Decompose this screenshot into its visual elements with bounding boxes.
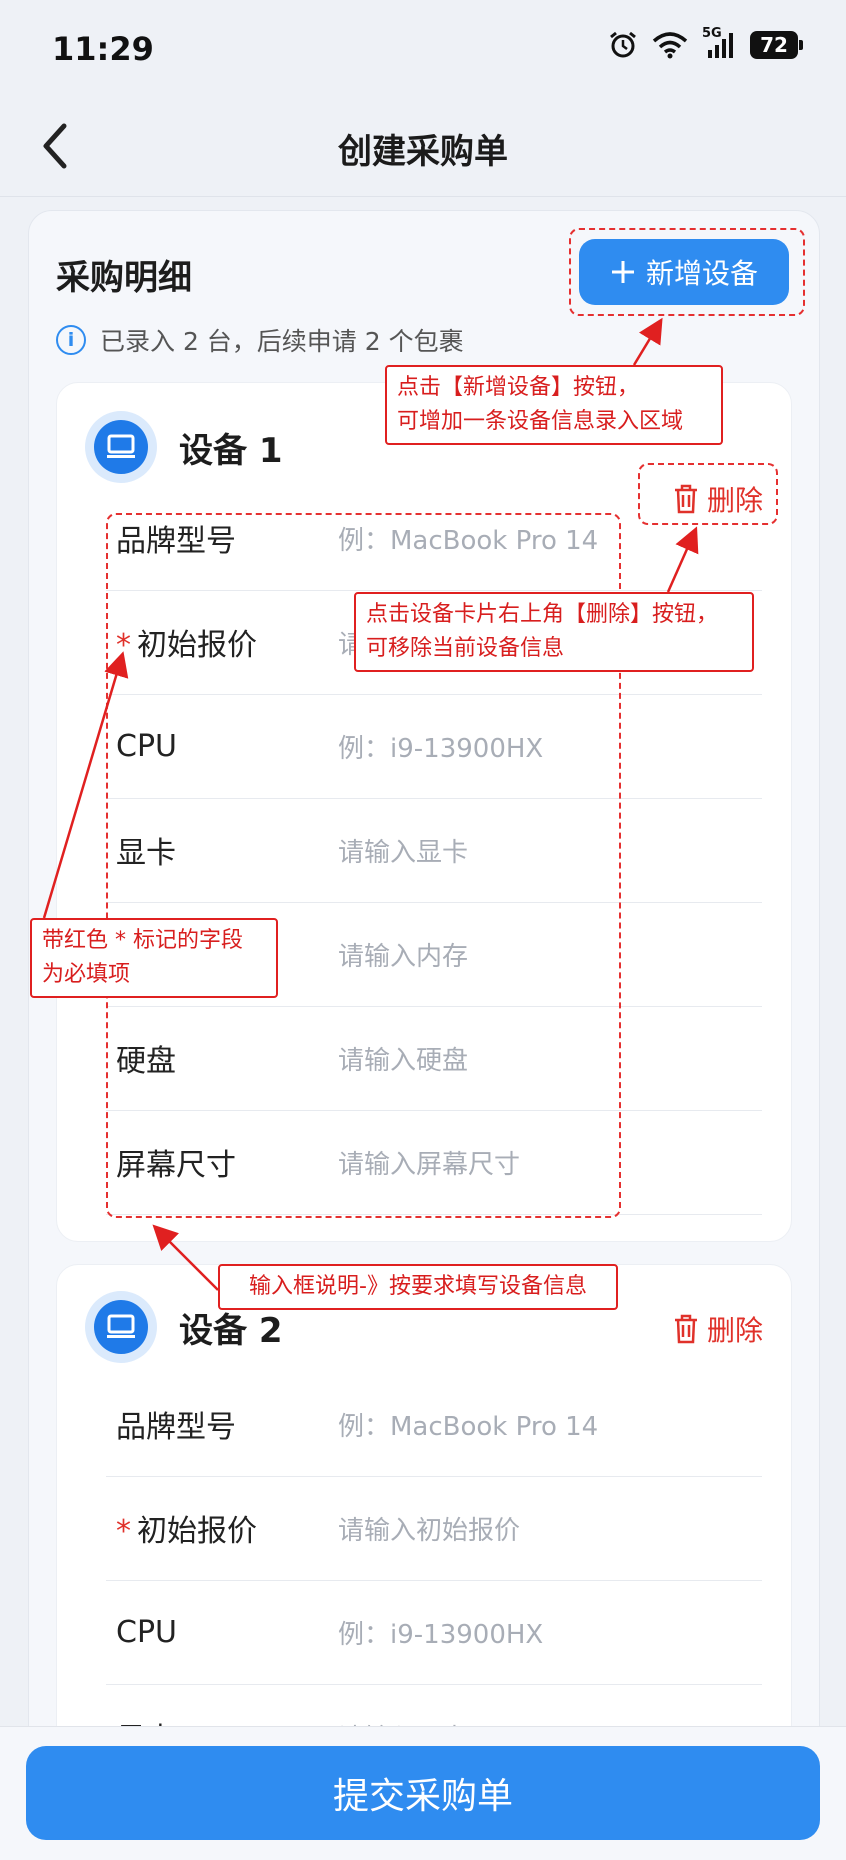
- section-title: 采购明细: [56, 258, 192, 298]
- device-header: 设备 1: [85, 411, 283, 483]
- status-time: 11:29: [52, 30, 154, 68]
- highlight-delete-button: [638, 463, 778, 525]
- battery-icon: 72: [750, 31, 803, 59]
- field-row[interactable]: 品牌型号 例：MacBook Pro 14: [106, 1372, 762, 1477]
- status-icons: 5G 72: [608, 26, 803, 60]
- laptop-icon: [107, 1314, 135, 1338]
- signal-icon: 5G: [702, 26, 736, 60]
- wifi-icon: [652, 32, 688, 59]
- page-title: 创建采购单: [338, 132, 508, 172]
- bottom-bar: 提交采购单: [0, 1726, 846, 1860]
- annotation-add-device: 点击【新增设备】按钮， 可增加一条设备信息录入区域: [385, 365, 723, 445]
- field-input[interactable]: 例：MacBook Pro 14: [338, 1406, 598, 1443]
- delete-button[interactable]: 删除: [673, 1309, 763, 1349]
- device-icon-wrap: [85, 411, 157, 483]
- laptop-icon: [107, 434, 135, 458]
- field-input[interactable]: 请输入初始报价: [338, 1510, 520, 1547]
- highlight-add-button: [569, 228, 805, 316]
- nav-bar: 创建采购单: [0, 100, 846, 197]
- annotation-input: 输入框说明-》按要求填写设备信息: [218, 1264, 618, 1310]
- field-row[interactable]: CPU 例：i9-13900HX: [106, 1580, 762, 1685]
- field-row[interactable]: *初始报价 请输入初始报价: [106, 1476, 762, 1581]
- submit-button[interactable]: 提交采购单: [26, 1746, 820, 1840]
- field-label: CPU: [116, 1614, 177, 1650]
- field-input[interactable]: 例：i9-13900HX: [338, 1614, 543, 1651]
- field-label: 品牌型号: [116, 1410, 236, 1445]
- annotation-required: 带红色 * 标记的字段 为必填项: [30, 918, 278, 998]
- status-bar: 11:29 5G 72: [0, 0, 846, 100]
- device-name: 设备 1: [179, 430, 283, 471]
- trash-icon: [674, 1314, 697, 1344]
- annotation-delete: 点击设备卡片右上角【删除】按钮， 可移除当前设备信息: [354, 592, 754, 672]
- info-line: i 已录入 2 台，后续申请 2 个包裹: [56, 322, 464, 358]
- delete-label: 删除: [706, 1314, 763, 1347]
- required-marker: *: [116, 1514, 131, 1549]
- alarm-icon: [610, 31, 636, 58]
- field-label: * 初始报价: [116, 1514, 257, 1549]
- info-text: 已录入 2 台，后续申请 2 个包裹: [100, 327, 464, 356]
- info-icon: i: [56, 325, 86, 355]
- device-icon-wrap: [85, 1291, 157, 1363]
